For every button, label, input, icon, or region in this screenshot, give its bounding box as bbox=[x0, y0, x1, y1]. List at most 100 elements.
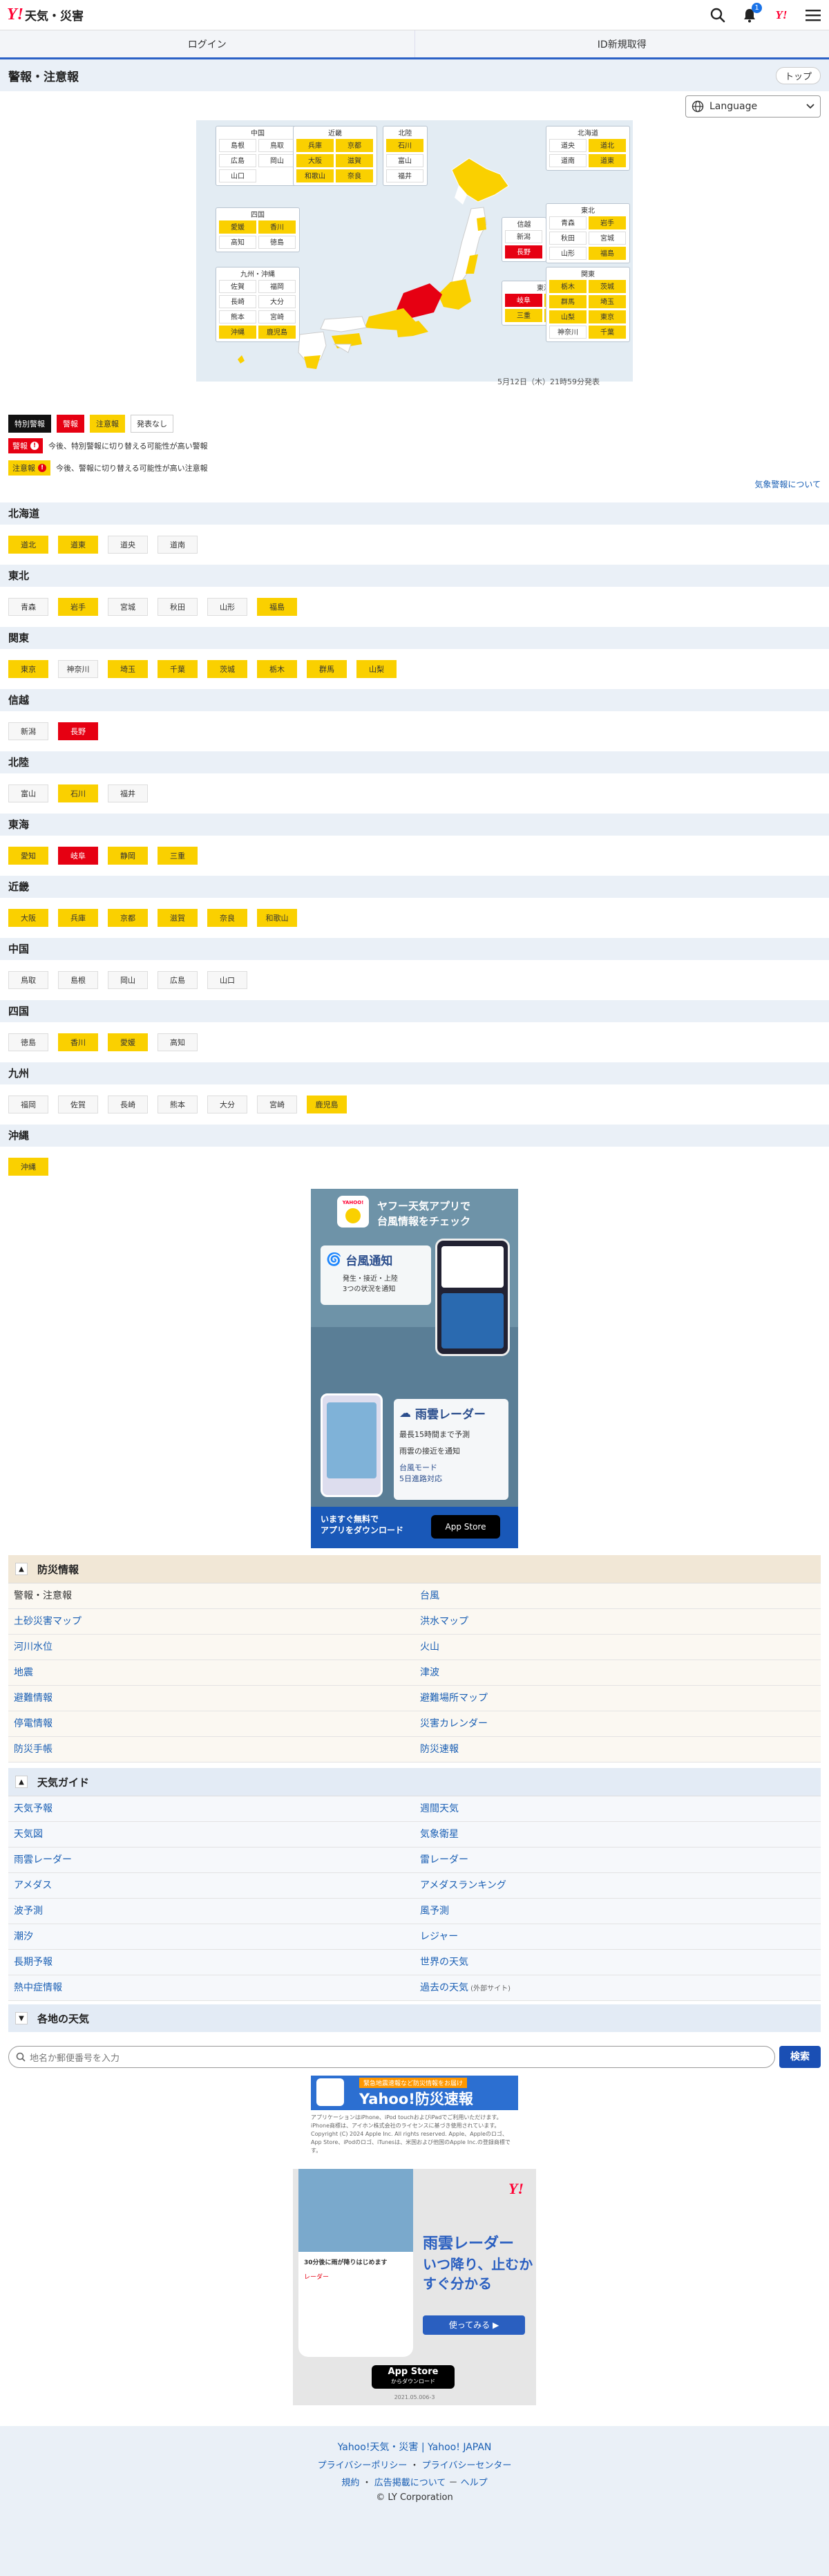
map-pref-cell[interactable]: 岩手 bbox=[589, 216, 626, 229]
map-pref-cell[interactable]: 岡山 bbox=[258, 154, 296, 167]
warning-map[interactable]: 中国 島根 鳥取 広島 岡山 山口 近畿 兵庫 京都 大阪 滋賀 和歌山 奈良 北陸 石川 富山 福井 北海道 道央… bbox=[196, 120, 633, 397]
map-pref-cell[interactable]: 兵庫 bbox=[296, 139, 334, 152]
prefecture-button[interactable]: 山形 bbox=[207, 598, 247, 616]
prefecture-button[interactable]: 新潟 bbox=[8, 722, 48, 740]
menu-icon[interactable] bbox=[804, 6, 822, 24]
nav-link[interactable]: 停電情報 bbox=[8, 1711, 414, 1737]
login-link[interactable]: ログイン bbox=[0, 30, 415, 57]
nav-link[interactable]: 天気予報 bbox=[8, 1796, 414, 1822]
map-pref-cell[interactable]: 茨城 bbox=[589, 280, 626, 293]
search-icon[interactable] bbox=[709, 6, 727, 24]
map-pref-cell[interactable]: 香川 bbox=[258, 220, 296, 234]
help-link[interactable]: ヘルプ bbox=[461, 2478, 488, 2488]
prefecture-button[interactable]: 高知 bbox=[158, 1033, 198, 1051]
map-pref-cell[interactable]: 山梨 bbox=[549, 310, 587, 323]
bosai-app-banner[interactable]: 緊急地震速報など防災情報をお届け Yahoo!防災速報 bbox=[311, 2076, 518, 2110]
nav-link[interactable]: 波予測 bbox=[8, 1899, 414, 1924]
prefecture-button[interactable]: 佐賀 bbox=[58, 1096, 98, 1113]
map-pref-cell[interactable]: 道北 bbox=[589, 139, 626, 152]
prefecture-button[interactable]: 大阪 bbox=[8, 909, 48, 927]
map-pref-cell[interactable]: 道南 bbox=[549, 154, 587, 167]
prefecture-button[interactable]: 栃木 bbox=[257, 660, 297, 678]
prefecture-button[interactable]: 道央 bbox=[108, 536, 148, 554]
privacy-center-link[interactable]: プライバシーセンター bbox=[422, 2461, 512, 2471]
prefecture-button[interactable]: 福島 bbox=[257, 598, 297, 616]
map-pref-cell[interactable]: 青森 bbox=[549, 216, 587, 229]
logo[interactable]: Y! 天気・災害 bbox=[7, 6, 84, 24]
map-pref-cell[interactable]: 島根 bbox=[219, 139, 256, 152]
radar-ad[interactable]: 30分後に雨が降りはじめます レーダー Y! 雨雲レーダー いつ降り、止むか す… bbox=[293, 2169, 536, 2357]
map-pref-cell[interactable]: 神奈川 bbox=[549, 326, 587, 339]
map-pref-cell[interactable]: 熊本 bbox=[219, 310, 256, 323]
app-store-badge-2[interactable]: App Store からダウンロード bbox=[372, 2365, 455, 2389]
app-ad-banner[interactable]: YAHOO! ヤフー天気アプリで 台風情報をチェック 🌀 台風通知 発生・接近・上… bbox=[311, 1189, 518, 1548]
map-pref-cell[interactable]: 山口 bbox=[219, 169, 256, 182]
map-pref-cell[interactable]: 栃木 bbox=[549, 280, 587, 293]
nav-link[interactable]: 津波 bbox=[414, 1660, 821, 1686]
nav-link[interactable]: 火山 bbox=[414, 1635, 821, 1660]
nav-link[interactable]: 熱中症情報 bbox=[8, 1975, 414, 2001]
prefecture-button[interactable]: 道南 bbox=[158, 536, 198, 554]
map-pref-cell[interactable]: 三重 bbox=[505, 309, 542, 322]
bosai-header[interactable]: ▲ 防災情報 bbox=[8, 1555, 821, 1583]
nav-link[interactable]: 気象衛星 bbox=[414, 1822, 821, 1848]
prefecture-button[interactable]: 長崎 bbox=[108, 1096, 148, 1113]
map-pref-cell[interactable]: 道東 bbox=[589, 154, 626, 167]
nav-link[interactable]: 警報・注意報 bbox=[8, 1583, 414, 1609]
nav-link[interactable]: 台風 bbox=[414, 1583, 821, 1609]
nav-link[interactable]: 天気図 bbox=[8, 1822, 414, 1848]
ads-link[interactable]: 広告掲載について bbox=[374, 2478, 446, 2488]
nav-link[interactable]: 過去の天気 (外部サイト) bbox=[414, 1975, 821, 2001]
prefecture-button[interactable]: 道東 bbox=[58, 536, 98, 554]
nav-link[interactable]: 世界の天気 bbox=[414, 1950, 821, 1975]
prefecture-button[interactable]: 岐阜 bbox=[58, 847, 98, 865]
bell-icon[interactable]: 1 bbox=[741, 2, 762, 24]
nav-link[interactable]: 潮汐 bbox=[8, 1924, 414, 1950]
map-pref-cell[interactable]: 和歌山 bbox=[296, 169, 334, 182]
prefecture-button[interactable]: 石川 bbox=[58, 784, 98, 802]
language-select[interactable]: Language bbox=[685, 95, 821, 117]
nav-link[interactable]: 避難情報 bbox=[8, 1686, 414, 1711]
nav-link[interactable]: レジャー bbox=[414, 1924, 821, 1950]
map-pref-cell[interactable]: 山形 bbox=[549, 247, 587, 260]
prefecture-button[interactable]: 岩手 bbox=[58, 598, 98, 616]
nav-link[interactable]: 雨雲レーダー bbox=[8, 1848, 414, 1873]
prefecture-button[interactable]: 山梨 bbox=[356, 660, 397, 678]
map-pref-cell[interactable]: 広島 bbox=[219, 154, 256, 167]
prefecture-button[interactable]: 福岡 bbox=[8, 1096, 48, 1113]
prefecture-button[interactable]: 鹿児島 bbox=[307, 1096, 347, 1113]
prefecture-button[interactable]: 長野 bbox=[58, 722, 98, 740]
nav-link[interactable]: 風予測 bbox=[414, 1899, 821, 1924]
top-button[interactable]: トップ bbox=[775, 66, 821, 84]
prefecture-button[interactable]: 奈良 bbox=[207, 909, 247, 927]
prefecture-button[interactable]: 千葉 bbox=[158, 660, 198, 678]
prefecture-button[interactable]: 愛媛 bbox=[108, 1033, 148, 1051]
privacy-policy-link[interactable]: プライバシーポリシー bbox=[318, 2461, 408, 2471]
nav-link[interactable]: 防災手帳 bbox=[8, 1737, 414, 1762]
footer-title[interactable]: Yahoo!天気・災害 | Yahoo! JAPAN bbox=[0, 2440, 829, 2454]
terms-link[interactable]: 規約 bbox=[341, 2478, 359, 2488]
search-button[interactable]: 検索 bbox=[779, 2046, 821, 2068]
nav-link[interactable]: 河川水位 bbox=[8, 1635, 414, 1660]
map-pref-cell[interactable]: 宮崎 bbox=[258, 310, 296, 323]
nav-link[interactable]: 雷レーダー bbox=[414, 1848, 821, 1873]
map-pref-cell[interactable]: 高知 bbox=[219, 236, 256, 249]
prefecture-button[interactable]: 道北 bbox=[8, 536, 48, 554]
nav-link[interactable]: 土砂災害マップ bbox=[8, 1609, 414, 1635]
map-pref-cell[interactable]: 愛媛 bbox=[219, 220, 256, 234]
map-pref-cell[interactable]: 沖縄 bbox=[219, 326, 256, 339]
search-input[interactable]: 地名か郵便番号を入力 bbox=[8, 2046, 775, 2068]
map-pref-cell[interactable]: 福島 bbox=[589, 247, 626, 260]
app-store-badge[interactable]: App Store bbox=[431, 1515, 500, 1539]
map-pref-cell[interactable]: 鳥取 bbox=[258, 139, 296, 152]
map-pref-cell[interactable]: 岐阜 bbox=[505, 294, 542, 307]
map-pref-cell[interactable]: 佐賀 bbox=[219, 280, 256, 293]
prefecture-button[interactable]: 香川 bbox=[58, 1033, 98, 1051]
prefecture-button[interactable]: 鳥取 bbox=[8, 971, 48, 989]
prefecture-button[interactable]: 沖縄 bbox=[8, 1158, 48, 1176]
prefecture-button[interactable]: 神奈川 bbox=[58, 660, 98, 678]
map-pref-cell[interactable]: 福岡 bbox=[258, 280, 296, 293]
map-pref-cell[interactable]: 群馬 bbox=[549, 295, 587, 308]
prefecture-button[interactable]: 三重 bbox=[158, 847, 198, 865]
prefecture-button[interactable]: 埼玉 bbox=[108, 660, 148, 678]
